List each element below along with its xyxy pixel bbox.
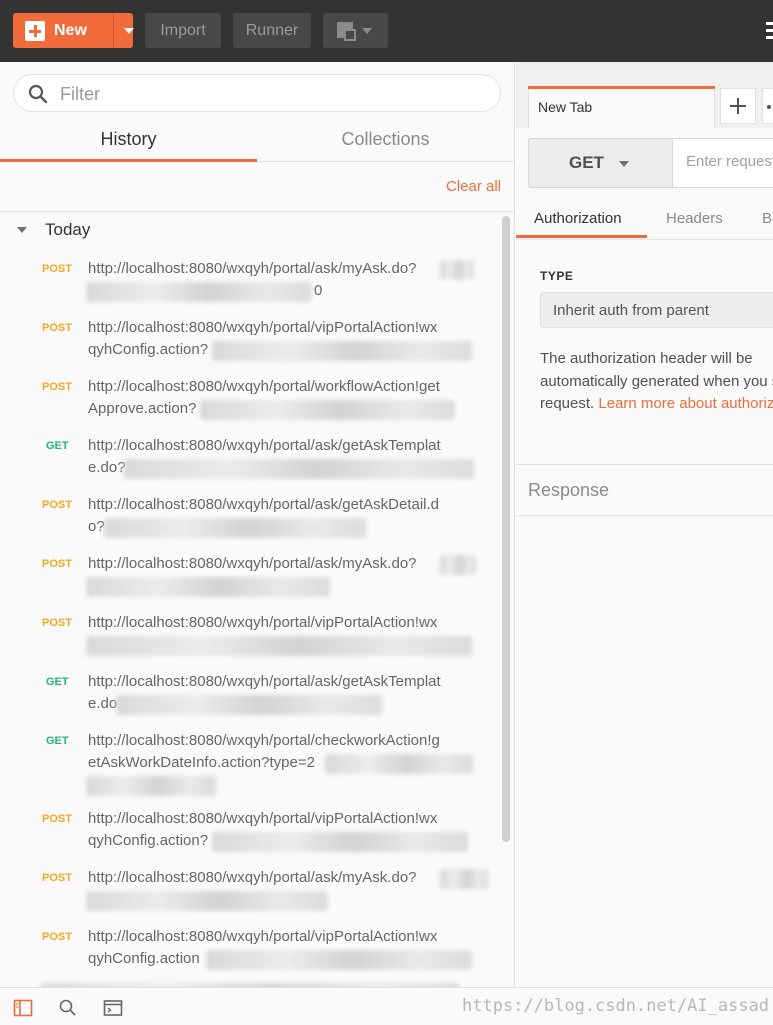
redacted-block — [86, 776, 216, 796]
redacted-block — [440, 869, 488, 889]
redacted-block — [440, 555, 476, 575]
method-badge: POST — [42, 499, 72, 511]
tab-body[interactable]: Body — [762, 210, 773, 227]
method-badge: POST — [42, 931, 72, 943]
history-item[interactable]: POST http://localhost:8080/wxqyh/portal/… — [0, 612, 500, 668]
active-tab-indicator — [516, 235, 647, 238]
method-badge: GET — [46, 735, 69, 747]
method-badge: GET — [46, 440, 69, 452]
menu-icon[interactable] — [766, 22, 773, 39]
sidebar-toggle-icon[interactable] — [13, 998, 33, 1018]
request-tab-bar: New Tab — [516, 62, 773, 128]
collapse-triangle-icon — [17, 227, 27, 233]
history-item[interactable]: GET http://localhost:8080/wxqyh/portal/a… — [0, 435, 500, 491]
auth-type-value: Inherit auth from parent — [553, 302, 709, 319]
redacted-block — [104, 518, 366, 538]
redacted-block — [86, 636, 472, 656]
tab-new-tab[interactable]: New Tab — [528, 86, 715, 128]
history-item[interactable]: POST http://localhost:8080/wxqyh/portal/… — [0, 867, 500, 923]
console-icon[interactable] — [103, 998, 123, 1018]
filter-input[interactable] — [60, 81, 480, 107]
auth-description: The authorization header will be automat… — [540, 348, 773, 416]
history-url: http://localhost:8080/wxqyh/portal/ask/m… — [88, 869, 417, 886]
redacted-block — [124, 459, 474, 479]
method-badge: POST — [42, 872, 72, 884]
history-item[interactable]: GET http://localhost:8080/wxqyh/portal/c… — [0, 730, 500, 808]
method-select[interactable]: GET — [528, 138, 673, 188]
method-badge: POST — [42, 617, 72, 629]
tab-headers[interactable]: Headers — [666, 210, 723, 227]
add-tab-button[interactable] — [720, 88, 756, 124]
find-replace-icon[interactable] — [58, 998, 78, 1018]
new-window-button[interactable] — [323, 13, 388, 48]
history-group-label: Today — [45, 220, 91, 239]
chevron-down-icon — [619, 161, 629, 167]
request-panel: New Tab GET Authorization Headers Body T… — [516, 62, 773, 987]
redacted-block — [440, 260, 474, 280]
import-button[interactable]: Import — [145, 13, 221, 48]
sidebar-scrollbar[interactable] — [502, 216, 510, 842]
response-section[interactable]: Response — [516, 464, 773, 516]
history-item[interactable]: POST http://localhost:8080/wxqyh/portal/… — [0, 494, 500, 550]
search-icon — [28, 84, 48, 104]
history-item[interactable]: POST http://localhost:8080/wxqyh/portal/… — [0, 926, 500, 982]
history-item[interactable]: POST http://localhost:8080/wxqyh/portal/… — [0, 258, 500, 314]
url-input[interactable] — [686, 153, 773, 170]
method-badge: POST — [42, 322, 72, 334]
response-label: Response — [528, 480, 610, 500]
method-badge: GET — [46, 676, 69, 688]
redacted-block — [86, 282, 312, 302]
url-field[interactable] — [673, 138, 773, 188]
clear-all-link[interactable]: Clear all — [446, 178, 501, 195]
method-badge: POST — [42, 558, 72, 570]
new-window-icon — [337, 22, 356, 41]
history-url: http://localhost:8080/wxqyh/portal/ask/m… — [88, 555, 417, 572]
tab-collections[interactable]: Collections — [257, 122, 514, 162]
filter-box[interactable] — [13, 74, 501, 112]
type-label: TYPE — [540, 269, 574, 283]
method-select-value: GET — [569, 153, 604, 172]
redacted-block — [86, 577, 330, 597]
method-badge: POST — [42, 813, 72, 825]
more-tabs-icon[interactable] — [762, 88, 773, 124]
redacted-block — [325, 754, 473, 774]
new-button-label: New — [54, 22, 87, 39]
sidebar-tabs: History Collections — [0, 122, 515, 162]
top-toolbar: New Import Runner — [0, 0, 773, 62]
learn-more-link[interactable]: Learn more about authorization — [598, 395, 773, 412]
method-badge: POST — [42, 381, 72, 393]
status-bar: https://blog.csdn.net/AI_assad — [0, 987, 773, 1025]
auth-type-select[interactable]: Inherit auth from parent — [540, 292, 773, 328]
method-badge: POST — [42, 263, 72, 275]
history-group-today[interactable]: Today — [0, 212, 500, 248]
redacted-block — [206, 950, 472, 970]
redacted-block — [200, 400, 455, 420]
runner-button[interactable]: Runner — [233, 13, 311, 48]
history-item[interactable]: POST http://localhost:8080/wxqyh/portal/… — [0, 376, 500, 432]
history-url: http://localhost:8080/wxqyh/portal/vipPo… — [88, 614, 438, 631]
history-item[interactable]: GET http://localhost:8080/wxqyh/portal/a… — [0, 671, 500, 727]
tab-history[interactable]: History — [0, 122, 257, 162]
chevron-down-icon — [362, 28, 372, 34]
history-item[interactable]: POST http://localhost:8080/wxqyh/portal/… — [0, 553, 500, 609]
sidebar: History Collections Clear all Today POST… — [0, 62, 515, 989]
request-tab-label: New Tab — [538, 99, 593, 115]
chevron-down-icon[interactable] — [124, 28, 134, 34]
new-button[interactable]: New — [13, 13, 134, 48]
history-actions: Clear all — [0, 162, 515, 212]
watermark: https://blog.csdn.net/AI_assad — [462, 996, 770, 1016]
history-item[interactable]: POST http://localhost:8080/wxqyh/portal/… — [0, 317, 500, 373]
redacted-block — [86, 891, 328, 911]
new-button-divider — [113, 13, 114, 48]
plus-icon — [25, 21, 45, 41]
history-item[interactable]: POST http://localhost:8080/wxqyh/portal/… — [0, 808, 500, 864]
redacted-block — [212, 832, 468, 852]
tab-authorization[interactable]: Authorization — [534, 210, 622, 227]
redacted-block — [116, 695, 382, 715]
redacted-block — [212, 341, 472, 361]
